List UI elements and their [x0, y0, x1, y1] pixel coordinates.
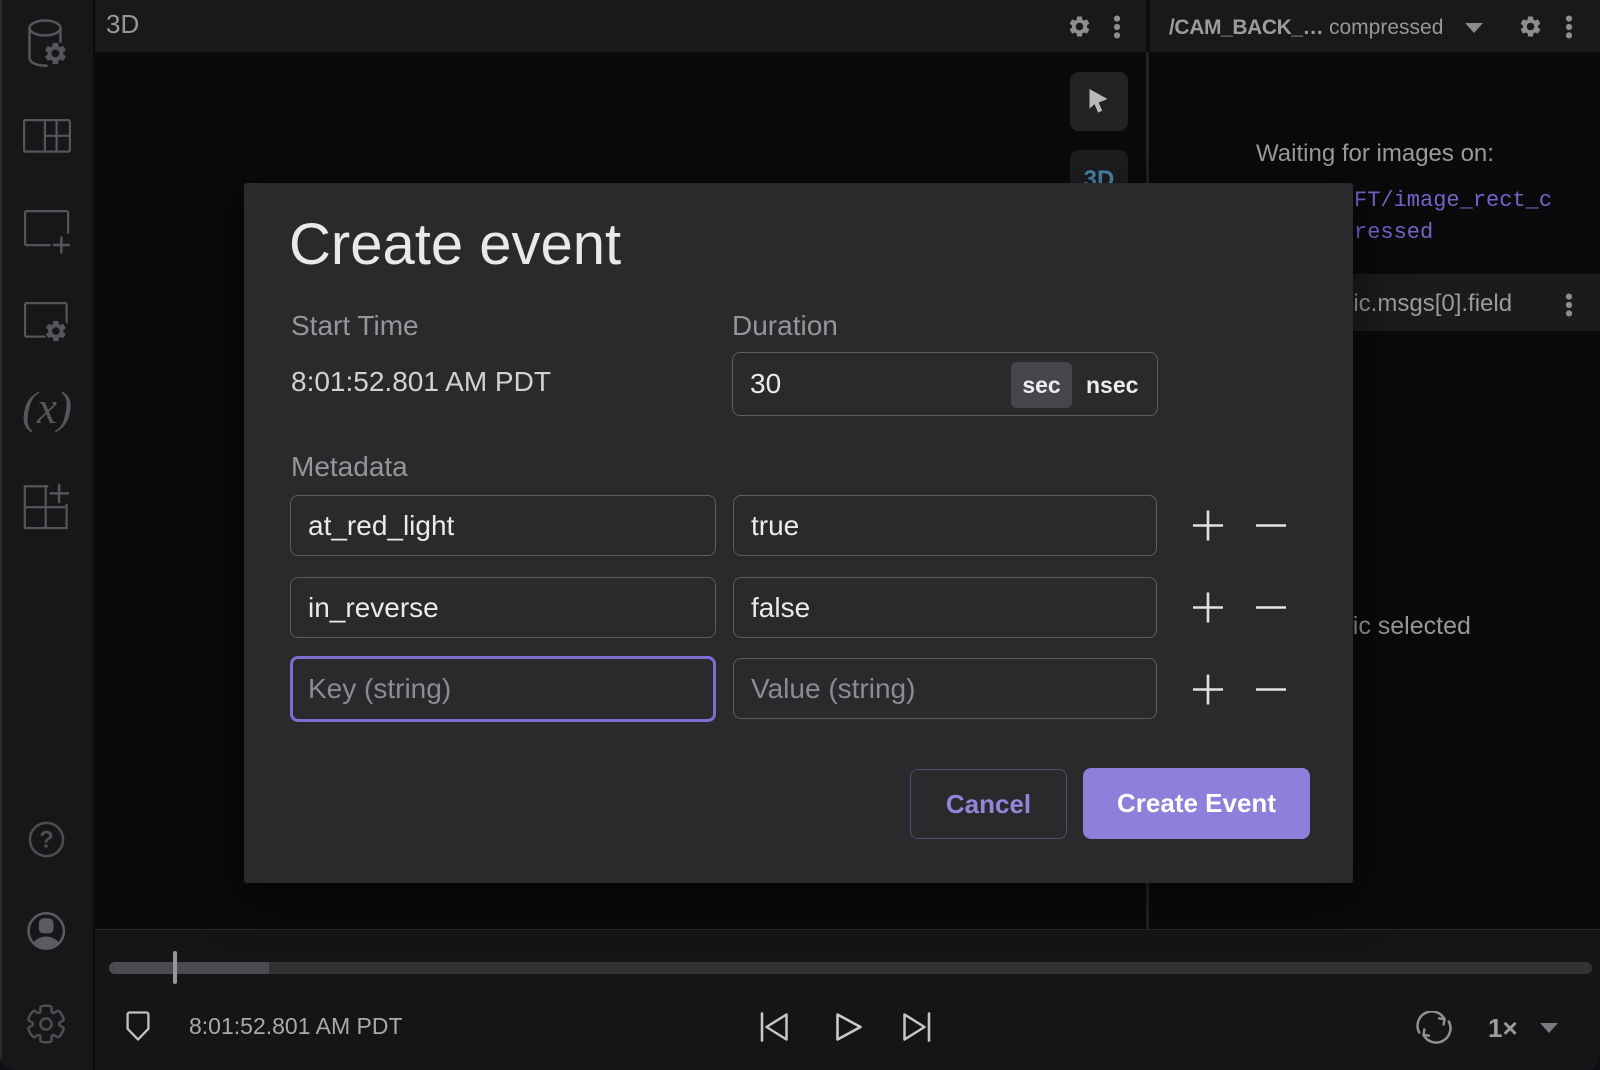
svg-text:?: ? — [39, 827, 54, 854]
